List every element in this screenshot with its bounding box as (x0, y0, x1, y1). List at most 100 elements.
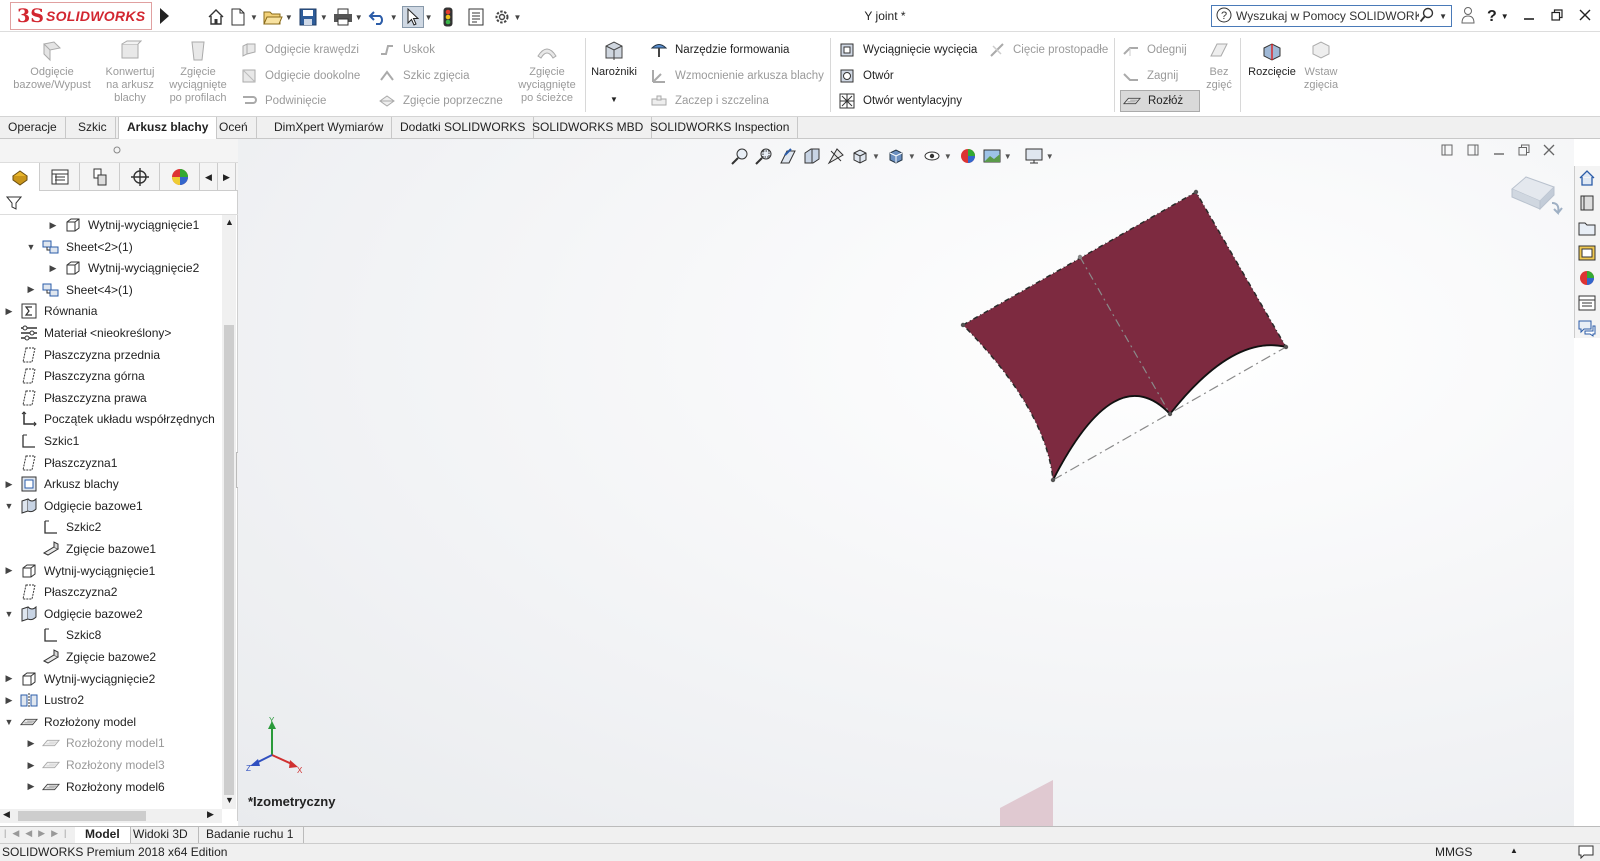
open-folder-icon[interactable] (262, 6, 284, 28)
tree-item[interactable]: ▼ Odgięcie bazowe2 (4, 604, 143, 624)
tree-item[interactable]: Szkic1 (4, 431, 79, 451)
file-properties-icon[interactable] (465, 6, 487, 28)
fold-button[interactable]: Zagnij (1122, 67, 1178, 85)
tree-item[interactable]: ▶ Wytnij-wyciągnięcie2 (4, 669, 156, 689)
minimize-icon[interactable] (1523, 9, 1535, 24)
search-dropdown-icon[interactable]: ▼ (1439, 12, 1447, 21)
tree-hscroll-thumb[interactable] (18, 811, 146, 821)
property-manager-tab-icon[interactable] (40, 163, 80, 191)
solidworks-logo[interactable]: 3S SOLIDWORKS (10, 2, 152, 30)
print-icon[interactable] (332, 6, 354, 28)
vent-button[interactable]: Otwór wentylacyjny (838, 92, 962, 110)
tree-item[interactable]: ▶ Wytnij-wyciągnięcie1 (48, 215, 200, 235)
unit-system-dropdown-icon[interactable]: ▲ (1510, 846, 1518, 855)
scroll-down-arrow-icon[interactable]: ▼ (225, 795, 234, 805)
tab-szkic[interactable]: Szkic (70, 117, 116, 139)
tab-dodatki[interactable]: Dodatki SOLIDWORKS (392, 117, 535, 139)
hole-button[interactable]: Otwór (838, 67, 894, 85)
expand-arrow-icon[interactable]: ▶ (48, 263, 58, 274)
expand-arrow-icon[interactable]: ▶ (4, 673, 14, 684)
tab-widoki-3d[interactable]: Widoki 3D (123, 827, 199, 843)
tree-item[interactable]: Płaszczyzna1 (4, 453, 117, 473)
view-palette-icon[interactable] (1575, 241, 1599, 265)
configuration-manager-tab-icon[interactable] (80, 163, 120, 191)
design-library-icon[interactable] (1575, 191, 1599, 215)
normal-cut-button[interactable]: Cięcie prostopadłe (988, 41, 1108, 59)
tree-item[interactable]: Zgięcie bazowe1 (26, 539, 156, 559)
dimxpert-manager-tab-icon[interactable] (120, 163, 160, 191)
status-message-icon[interactable] (1578, 845, 1594, 861)
tab-badanie-ruchu[interactable]: Badanie ruchu 1 (196, 827, 305, 843)
collapse-arrow-icon[interactable]: ▼ (4, 501, 14, 511)
expand-arrow-icon[interactable]: ▶ (26, 738, 36, 749)
extruded-cut-button[interactable]: Wyciągnięcie wycięcia (838, 41, 977, 59)
expand-arrow-icon[interactable]: ▶ (4, 306, 14, 317)
panel-scroll-left-icon[interactable]: ◀ (200, 163, 218, 191)
new-document-icon[interactable] (227, 6, 249, 28)
menu-expand-arrow-icon[interactable] (160, 8, 169, 24)
tree-item[interactable]: ▼ Sheet<2>(1) (26, 237, 133, 257)
insert-bends-button[interactable]: Wstaw zgięcia (1300, 40, 1342, 92)
tree-item[interactable]: ▶ Sheet<4>(1) (26, 280, 133, 300)
tree-item[interactable]: Szkic8 (26, 625, 101, 645)
open-dropdown-icon[interactable]: ▼ (285, 13, 293, 22)
tree-item[interactable]: Zgięcie bazowe2 (26, 647, 156, 667)
expand-arrow-icon[interactable]: ▶ (4, 479, 14, 490)
tree-item[interactable]: ▼ Rozłożony model (4, 712, 137, 732)
tree-item[interactable]: Płaszczyzna przednia (4, 345, 160, 365)
options-gear-icon[interactable] (491, 6, 513, 28)
tree-item[interactable]: ▶ Rozłożony model1 (26, 733, 165, 753)
tree-filter-bar[interactable] (0, 191, 238, 215)
tab-dimxpert[interactable]: DimXpert Wymiarów (266, 117, 393, 139)
pin-icon[interactable] (112, 145, 122, 155)
tree-item[interactable]: Płaszczyzna prawa (4, 388, 147, 408)
help-search-box[interactable]: ? Wyszukaj w Pomocy SOLIDWORKS ▼ (1211, 5, 1452, 27)
expand-arrow-icon[interactable]: ▶ (26, 760, 36, 771)
undo-icon[interactable] (367, 6, 389, 28)
expand-arrow-icon[interactable]: ▶ (4, 565, 14, 576)
help-dropdown-icon[interactable]: ▼ (1501, 12, 1509, 21)
tree-item[interactable]: Materiał <nieokreślony> (4, 323, 171, 343)
convert-to-sheet-metal-button[interactable]: Konwertuj na arkusz blachy (100, 40, 160, 105)
jog-button[interactable]: Uskok (378, 41, 435, 59)
tab-navigation-arrows-icon[interactable]: |◀◀▶▶| (4, 828, 72, 839)
tree-item[interactable]: Szkic2 (26, 517, 101, 537)
tree-item[interactable]: ▶ Rozłożony model6 (26, 777, 165, 797)
hem-button[interactable]: Podwinięcie (240, 92, 326, 110)
tree-item[interactable]: Płaszczyzna górna (4, 366, 145, 386)
tree-item[interactable]: Początek układu współrzędnych (4, 409, 215, 429)
new-dropdown-icon[interactable]: ▼ (250, 13, 258, 22)
swept-flange-button[interactable]: Zgięcie wyciągnięte po ścieżce (512, 40, 582, 105)
flatten-button[interactable]: Rozłóż (1120, 90, 1200, 112)
collapse-arrow-icon[interactable]: ▼ (4, 609, 14, 619)
collapse-arrow-icon[interactable]: ▼ (4, 717, 14, 727)
tab-arkusz-blachy[interactable]: Arkusz blachy (118, 117, 218, 139)
tab-and-slot-button[interactable]: Zaczep i szczelina (650, 92, 769, 110)
tree-item[interactable]: ▶ Rozłożony model3 (26, 755, 165, 775)
expand-arrow-icon[interactable]: ▶ (4, 695, 14, 706)
options-dropdown-icon[interactable]: ▼ (514, 13, 522, 22)
home-icon[interactable] (205, 6, 227, 28)
tree-item[interactable]: ▶ Wytnij-wyciągnięcie2 (48, 258, 200, 278)
close-icon[interactable] (1579, 9, 1591, 24)
print-dropdown-icon[interactable]: ▼ (355, 13, 363, 22)
sheet-metal-part-model[interactable] (238, 139, 1574, 826)
solidworks-resources-home-icon[interactable] (1575, 166, 1599, 190)
expand-arrow-icon[interactable]: ▶ (26, 284, 36, 295)
tree-item[interactable]: ▶ Równania (4, 301, 97, 321)
scroll-up-arrow-icon[interactable]: ▲ (225, 217, 234, 227)
tab-inspection[interactable]: SOLIDWORKS Inspection (642, 117, 799, 139)
restore-icon[interactable] (1551, 9, 1563, 24)
filter-funnel-icon[interactable] (6, 195, 22, 211)
rebuild-traffic-light-icon[interactable] (437, 6, 459, 28)
file-explorer-icon[interactable] (1575, 216, 1599, 240)
scroll-left-arrow-icon[interactable]: ◀ (3, 809, 10, 820)
help-icon[interactable]: ? (1487, 8, 1497, 26)
undo-dropdown-icon[interactable]: ▼ (390, 13, 398, 22)
tree-item[interactable]: ▶ Lustro2 (4, 690, 84, 710)
tree-item[interactable]: ▶ Wytnij-wyciągnięcie1 (4, 561, 156, 581)
feature-manager-tab-icon[interactable] (0, 163, 40, 191)
save-dropdown-icon[interactable]: ▼ (320, 13, 328, 22)
corners-button[interactable]: Narożniki ▼ (588, 40, 640, 106)
unit-system-selector[interactable]: MMGS (1435, 845, 1472, 859)
